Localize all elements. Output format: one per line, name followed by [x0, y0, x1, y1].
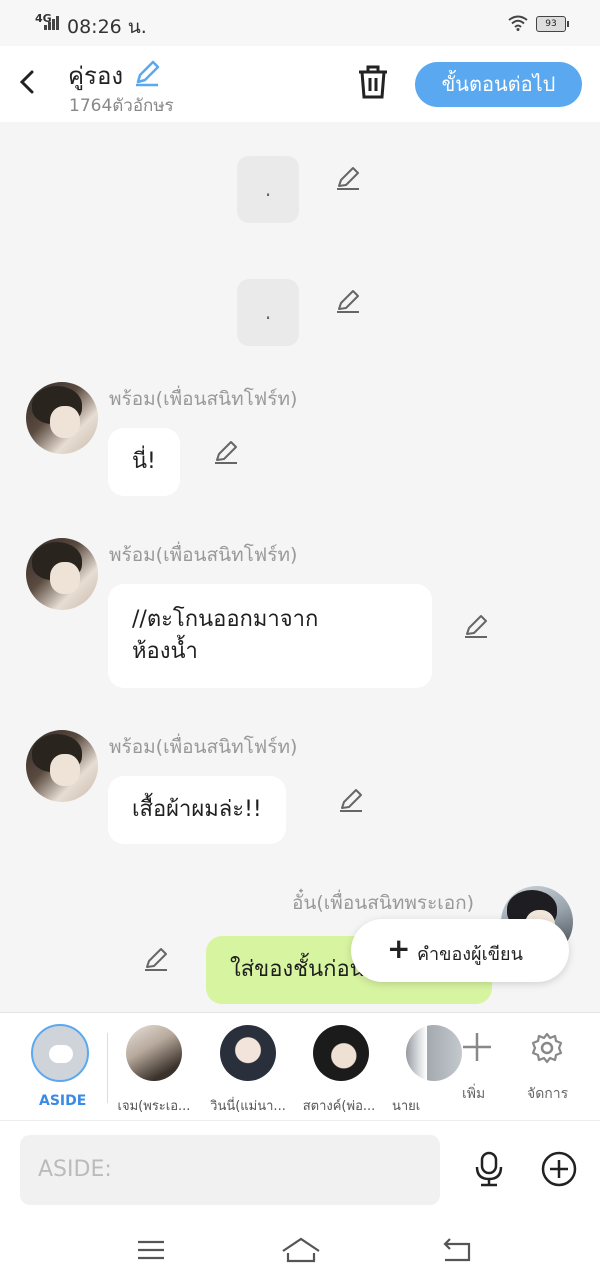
signal-icon: [44, 16, 59, 30]
story-title: คู่รอง: [68, 62, 124, 90]
system-nav-bar: [0, 1215, 600, 1287]
sender-name: พร้อม(เพื่อนสนิทโฟร์ท): [109, 388, 298, 410]
home-icon[interactable]: [281, 1235, 321, 1265]
edit-message-icon[interactable]: [334, 288, 362, 316]
message-bubble[interactable]: เสื้อผ้าผมล่ะ!!: [108, 776, 286, 844]
wifi-icon: [508, 15, 528, 31]
character-avatar[interactable]: [126, 1025, 182, 1081]
add-character-label[interactable]: เพิ่ม: [462, 1083, 485, 1105]
author-note-label: คำของผู้เขียน: [417, 944, 523, 965]
character-name: นายเ: [392, 1099, 421, 1114]
character-name: วินนี่(แม่นา...: [210, 1099, 286, 1114]
edit-message-icon[interactable]: [337, 787, 365, 815]
edit-message-icon[interactable]: [142, 946, 170, 974]
author-note-button[interactable]: + คำของผู้เขียน: [351, 919, 569, 982]
aside-label: ASIDE: [39, 1093, 87, 1109]
next-step-button[interactable]: ขั้นตอนต่อไป: [415, 62, 582, 107]
character-avatar[interactable]: [220, 1025, 276, 1081]
sender-name: พร้อม(เพื่อนสนิทโฟร์ท): [109, 736, 298, 758]
message-text: //ตะโกนออกมาจาก: [132, 607, 319, 632]
add-character-icon[interactable]: [461, 1031, 493, 1063]
battery-icon: 93: [536, 16, 569, 32]
plus-icon: +: [387, 932, 411, 965]
scroll-fade: [405, 1023, 427, 1083]
character-bar: ASIDE เจม(พระเอ... วินนี่(แม่นา... สตางค…: [0, 1012, 600, 1121]
microphone-icon[interactable]: [473, 1151, 505, 1187]
header: คู่รอง 1764ตัวอักษร ขั้นตอนต่อไป: [0, 46, 600, 122]
manage-label[interactable]: จัดการ: [527, 1083, 568, 1105]
menu-icon[interactable]: [136, 1235, 166, 1265]
back-icon[interactable]: [441, 1235, 473, 1265]
avatar[interactable]: [26, 538, 98, 610]
edit-message-icon[interactable]: [462, 613, 490, 641]
message-bubble[interactable]: .: [237, 279, 299, 346]
character-name: เจม(พระเอ...: [117, 1099, 191, 1114]
character-name: สตางค์(พ่อ...: [302, 1099, 376, 1114]
input-bar: ASIDE:: [0, 1120, 600, 1216]
message-bubble[interactable]: .: [237, 156, 299, 223]
chat-area[interactable]: . . พร้อม(เพื่อนสนิทโฟร์ท) นี่! พร้อม(เพ…: [0, 122, 600, 1012]
character-avatar[interactable]: [313, 1025, 369, 1081]
back-arrow-icon[interactable]: [14, 64, 44, 100]
divider: [107, 1033, 108, 1103]
sender-name: อั๋น(เพื่อนสนิทพระเอก): [292, 892, 475, 914]
clock: 08:26 น.: [67, 16, 147, 38]
avatar[interactable]: [26, 730, 98, 802]
message-bubble[interactable]: //ตะโกนออกมาจาก ห้องน้ำ: [108, 584, 432, 688]
message-input[interactable]: ASIDE:: [20, 1135, 440, 1205]
edit-message-icon[interactable]: [334, 165, 362, 193]
avatar[interactable]: [26, 382, 98, 454]
gear-icon[interactable]: [530, 1031, 564, 1065]
edit-message-icon[interactable]: [212, 439, 240, 467]
trash-icon[interactable]: [356, 64, 390, 100]
aside-character-button[interactable]: [31, 1024, 89, 1082]
message-text: ห้องน้ำ: [132, 639, 198, 664]
chat-bubble-icon: [49, 1045, 73, 1063]
message-bubble[interactable]: นี่!: [108, 428, 180, 496]
add-attachment-icon[interactable]: [541, 1151, 577, 1187]
sender-name: พร้อม(เพื่อนสนิทโฟร์ท): [109, 544, 298, 566]
character-count: 1764ตัวอักษร: [69, 96, 174, 116]
edit-title-icon[interactable]: [132, 58, 162, 88]
status-bar: 4G 08:26 น. 93: [0, 0, 600, 46]
